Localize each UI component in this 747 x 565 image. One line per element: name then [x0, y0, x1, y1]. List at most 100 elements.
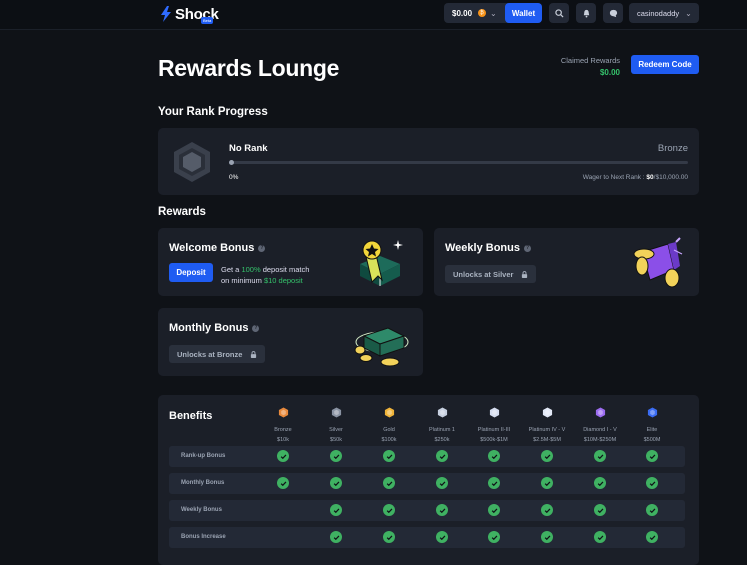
wager-to-next-rank: Wager to Next Rank : $0/$10,000.00 [582, 174, 688, 181]
tier-column-0: Bronze $10k [257, 405, 309, 443]
user-menu[interactable]: casinodaddy ⌄ [629, 3, 699, 23]
deposit-button[interactable]: Deposit [169, 263, 213, 282]
check-icon [436, 531, 448, 543]
welcome-bonus-card: Welcome Bonus? Deposit Get a 100% deposi… [158, 228, 423, 296]
tier-column-2: Gold $100k [363, 405, 415, 443]
rank-progress-heading: Your Rank Progress [158, 106, 268, 118]
tier-name: Bronze [274, 427, 292, 433]
check-icon [646, 477, 658, 489]
check-icon [541, 450, 553, 462]
balance-amount: $0.00 [452, 8, 473, 18]
tier-name: Elite [646, 427, 658, 433]
rank-badge-icon [595, 407, 605, 418]
check-icon [646, 450, 658, 462]
benefit-row: Bonus Increase [169, 527, 685, 548]
check-icon [330, 504, 342, 516]
page-title: Rewards Lounge [158, 55, 340, 81]
check-icon [436, 477, 448, 489]
tier-threshold: $100k [381, 437, 397, 443]
check-icon [436, 504, 448, 516]
check-icon [594, 450, 606, 462]
rank-badge-icon [542, 407, 552, 418]
rank-badge-icon [489, 407, 499, 418]
tier-name: Diamond I - V [583, 427, 617, 433]
notifications-button[interactable] [576, 3, 596, 23]
benefits-title: Benefits [169, 410, 213, 422]
bitcoin-icon: ₿ [478, 9, 487, 17]
progress-percent: 0% [229, 174, 239, 181]
check-icon [277, 477, 289, 489]
tier-column-3: Platinum 1 $250k [416, 405, 468, 443]
chevron-down-icon: ⌄ [685, 8, 692, 18]
tier-column-7: Elite $500M [626, 405, 678, 443]
tier-column-4: Platinum II-III $500k-$1M [468, 405, 520, 443]
check-icon [330, 531, 342, 543]
locked-label: Unlocks at Silver [453, 269, 514, 279]
help-icon[interactable]: ? [252, 324, 260, 332]
locked-label: Unlocks at Bronze [177, 349, 243, 359]
check-icon [594, 504, 606, 516]
tier-threshold: $500k-$1M [480, 437, 508, 443]
benefit-row: Rank-up Bonus [169, 446, 685, 467]
beta-badge: Beta [201, 17, 214, 24]
username: casinodaddy [637, 8, 680, 18]
chat-icon [609, 9, 617, 17]
benefit-label: Rank-up Bonus [181, 453, 226, 459]
benefit-label: Weekly Bonus [181, 507, 222, 513]
gift-box-illustration [360, 240, 403, 286]
check-icon [594, 531, 606, 543]
weekly-bonus-card: Weekly Bonus? Unlocks at Silver [434, 228, 699, 296]
lock-icon [251, 350, 257, 358]
search-icon [554, 8, 564, 18]
bolt-icon [161, 6, 171, 22]
check-icon [541, 477, 553, 489]
tier-column-1: Silver $50k [310, 405, 362, 443]
top-bar: Shock Beta $0.00 ₿ ⌄ Wallet casinodaddy … [0, 0, 747, 30]
weekly-bonus-title: Weekly Bonus [445, 242, 520, 254]
tier-threshold: $10M-$250M [583, 437, 617, 443]
benefit-label: Monthly Bonus [181, 480, 225, 486]
check-icon [646, 504, 658, 516]
brand-logo[interactable]: Shock Beta [160, 4, 219, 24]
tier-threshold: $50k [330, 437, 342, 443]
rank-badge-icon [278, 407, 288, 418]
tier-threshold: $2.5M-$5M [533, 437, 561, 443]
chat-button[interactable] [603, 3, 623, 23]
benefit-label: Bonus Increase [181, 534, 226, 540]
rank-badge-icon [647, 407, 657, 418]
check-icon [330, 450, 342, 462]
tier-name: Silver [329, 427, 343, 433]
check-icon [383, 504, 395, 516]
wallet-button[interactable]: Wallet [505, 3, 542, 23]
redeem-code-button[interactable]: Redeem Code [631, 55, 699, 74]
monthly-bonus-title: Monthly Bonus [169, 322, 249, 334]
check-icon [436, 450, 448, 462]
rank-badge-icon [384, 407, 394, 418]
lock-icon [522, 270, 528, 278]
tier-name: Platinum II-III [477, 427, 511, 433]
benefits-table: Benefits Bronze $10k Silver $50k Gold $100k Pl… [158, 395, 699, 565]
check-icon [330, 477, 342, 489]
tier-threshold: $10k [277, 437, 289, 443]
tier-name: Platinum 1 [429, 427, 455, 433]
check-icon [541, 531, 553, 543]
rewards-heading: Rewards [158, 206, 206, 218]
check-icon [277, 450, 289, 462]
check-icon [541, 504, 553, 516]
help-icon[interactable]: ? [524, 244, 531, 252]
rank-progress-bar [229, 160, 688, 165]
check-icon [383, 531, 395, 543]
search-button[interactable] [549, 3, 569, 23]
tier-column-6: Diamond I - V $10M-$250M [574, 405, 626, 443]
claimed-rewards-value: $0.00 [599, 68, 620, 77]
help-icon[interactable]: ? [258, 244, 266, 252]
coins-cup-illustration [633, 237, 683, 288]
wager-current: $0 [646, 174, 654, 181]
check-icon [488, 531, 500, 543]
check-icon [383, 477, 395, 489]
tier-name: Gold [383, 427, 395, 433]
check-icon [646, 531, 658, 543]
progress-marker [229, 160, 234, 165]
current-rank: No Rank [229, 143, 268, 154]
rank-badge-icon [437, 407, 447, 418]
